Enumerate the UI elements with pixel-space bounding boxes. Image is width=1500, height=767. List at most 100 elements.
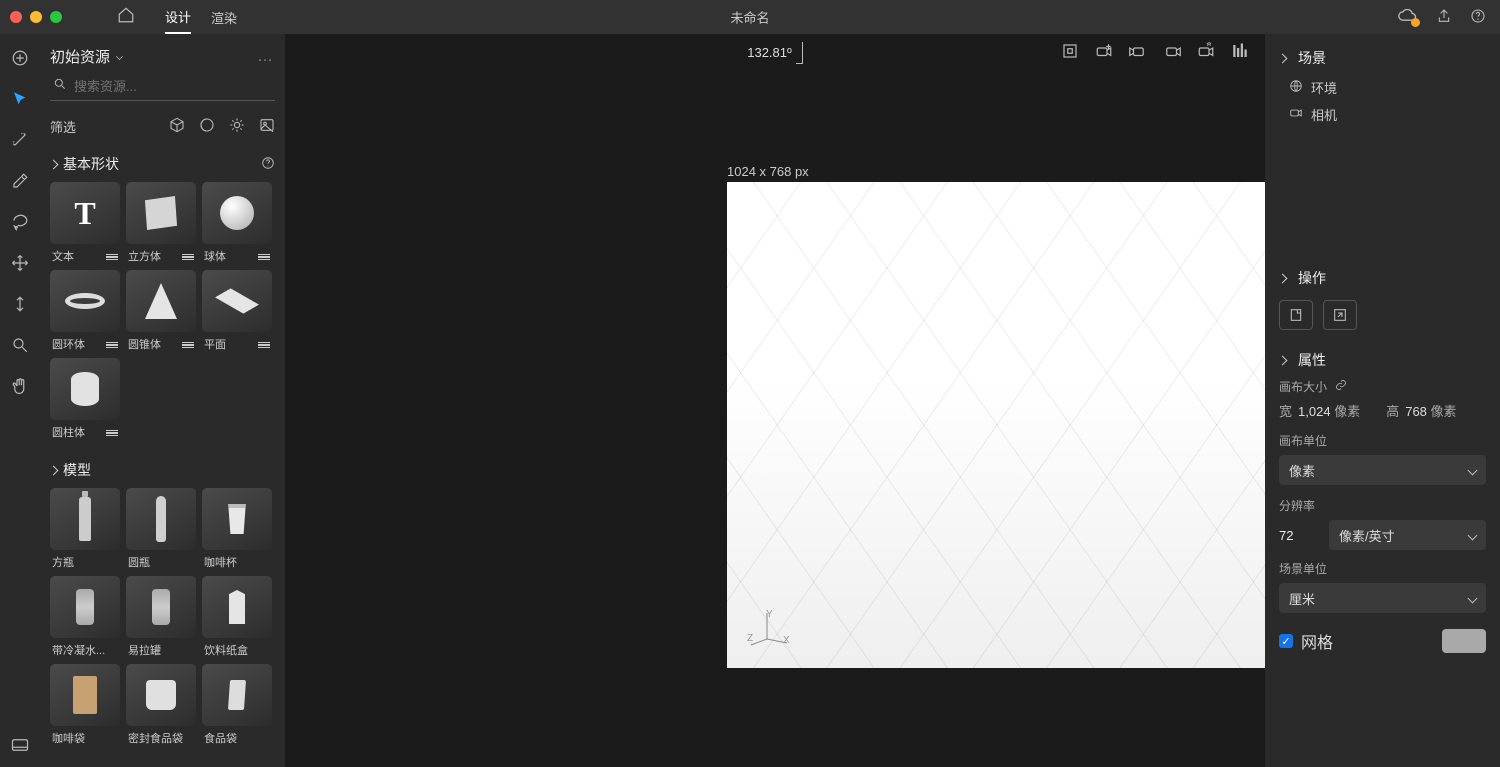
sliders-icon[interactable]	[182, 341, 194, 348]
section-basic-shapes-toggle[interactable]: 基本形状	[50, 154, 119, 174]
pan-tool[interactable]	[6, 372, 34, 400]
sliders-icon[interactable]	[258, 341, 270, 348]
scene-camera-item[interactable]: 相机	[1265, 101, 1500, 128]
title-bar: 设计 渲染 未命名	[0, 0, 1500, 34]
chevron-down-icon	[116, 53, 123, 60]
asset-coffee-bag[interactable]: 咖啡袋	[50, 664, 120, 746]
viewport-area: 132.81º 1024 x 768 px	[285, 34, 1265, 767]
asset-label: 文本	[52, 248, 74, 264]
asset-cube[interactable]: 立方体	[126, 182, 196, 264]
zoom-dropdown[interactable]: 132.81º	[747, 45, 803, 60]
share-icon[interactable]	[1436, 8, 1452, 27]
height-field[interactable]: 高768 像素	[1386, 401, 1456, 420]
asset-cone[interactable]: 圆锥体	[126, 270, 196, 352]
maximize-window-button[interactable]	[50, 11, 62, 23]
scene-unit-select[interactable]: 厘米	[1279, 583, 1486, 613]
asset-label: 方瓶	[52, 554, 74, 570]
right-panel: 场景 环境 相机 操作 属性 画布大小 宽1,024 像素	[1265, 34, 1500, 767]
add-tool[interactable]	[6, 44, 34, 72]
op-page-button[interactable]	[1279, 300, 1313, 330]
asset-plane[interactable]: 平面	[202, 270, 272, 352]
panel-toggle-icon[interactable]	[6, 735, 34, 755]
canvas[interactable]: Y X Z	[727, 182, 1265, 668]
asset-text[interactable]: T文本	[50, 182, 120, 264]
sliders-icon[interactable]	[182, 253, 194, 260]
magic-wand-tool[interactable]	[6, 126, 34, 154]
frame-tool-icon[interactable]	[1061, 42, 1079, 63]
asset-label: 立方体	[128, 248, 161, 264]
asset-cylinder[interactable]: 圆柱体	[50, 358, 120, 440]
resolution-unit-select[interactable]: 像素/英寸	[1329, 520, 1486, 550]
asset-square-bottle[interactable]: 方瓶	[50, 488, 120, 570]
asset-sealed-pouch[interactable]: 密封食品袋	[126, 664, 196, 746]
asset-beverage-carton[interactable]: 饮料纸盒	[202, 576, 272, 658]
asset-condensed-can[interactable]: 带冷凝水...	[50, 576, 120, 658]
select-tool[interactable]	[6, 85, 34, 113]
asset-food-bag[interactable]: 食品袋	[202, 664, 272, 746]
asset-label: 带冷凝水...	[52, 642, 105, 658]
asset-label: 食品袋	[204, 730, 237, 746]
assets-library-dropdown[interactable]: 初始资源	[50, 46, 123, 67]
canvas-unit-label: 画布单位	[1265, 430, 1500, 451]
chevron-down-icon	[1468, 530, 1478, 540]
camera-bookmark-icon[interactable]	[1197, 42, 1215, 63]
properties-section-toggle[interactable]: 属性	[1265, 340, 1500, 376]
asset-label: 咖啡袋	[52, 730, 85, 746]
camera-prev-icon[interactable]	[1129, 42, 1147, 63]
asset-label: 圆锥体	[128, 336, 161, 352]
grid-color-swatch[interactable]	[1442, 629, 1486, 653]
minimize-window-button[interactable]	[30, 11, 42, 23]
resolution-field[interactable]: 72	[1279, 528, 1319, 543]
section-models-toggle[interactable]: 模型	[50, 460, 91, 480]
sliders-icon[interactable]	[106, 341, 118, 348]
scale-tool[interactable]	[6, 290, 34, 318]
section-help-icon[interactable]	[261, 156, 275, 173]
asset-soda-can[interactable]: 易拉罐	[126, 576, 196, 658]
chevron-down-icon	[1468, 465, 1478, 475]
tab-design[interactable]: 设计	[165, 0, 191, 34]
cloud-sync-icon[interactable]	[1398, 9, 1418, 26]
tool-strip	[0, 34, 40, 767]
asset-round-bottle[interactable]: 圆瓶	[126, 488, 196, 570]
filter-light-icon[interactable]	[229, 117, 245, 136]
filter-3d-icon[interactable]	[169, 117, 185, 136]
asset-label: 圆瓶	[128, 554, 150, 570]
lasso-tool[interactable]	[6, 208, 34, 236]
scene-section-toggle[interactable]: 场景	[1265, 34, 1500, 74]
op-expand-button[interactable]	[1323, 300, 1357, 330]
width-field[interactable]: 宽1,024 像素	[1279, 401, 1360, 420]
canvas-size-label: 1024 x 768 px	[727, 164, 809, 179]
asset-coffee-cup[interactable]: 咖啡杯	[202, 488, 272, 570]
move-tool[interactable]	[6, 249, 34, 277]
help-icon[interactable]	[1470, 8, 1486, 27]
sliders-icon[interactable]	[258, 253, 270, 260]
scene-environment-item[interactable]: 环境	[1265, 74, 1500, 101]
close-window-button[interactable]	[10, 11, 22, 23]
asset-sphere[interactable]: 球体	[202, 182, 272, 264]
render-settings-icon[interactable]	[1231, 42, 1249, 63]
viewport-3d[interactable]: 1024 x 768 px Y X Z	[285, 70, 1265, 767]
filter-material-icon[interactable]	[199, 117, 215, 136]
eyedropper-tool[interactable]	[6, 167, 34, 195]
canvas-size-label: 画布大小	[1279, 378, 1327, 395]
canvas-unit-select[interactable]: 像素	[1279, 455, 1486, 485]
filter-image-icon[interactable]	[259, 117, 275, 136]
home-icon[interactable]	[117, 6, 135, 29]
tab-render[interactable]: 渲染	[211, 0, 237, 34]
document-title: 未命名	[730, 8, 769, 27]
sliders-icon[interactable]	[106, 429, 118, 436]
sliders-icon[interactable]	[106, 253, 118, 260]
search-input[interactable]	[50, 73, 275, 101]
grid-checkbox[interactable]: ✓	[1279, 634, 1293, 648]
chevron-down-icon	[1278, 273, 1288, 283]
camera-next-icon[interactable]	[1163, 42, 1181, 63]
viewport-toolbar: 132.81º	[285, 34, 1265, 70]
asset-torus[interactable]: 圆环体	[50, 270, 120, 352]
zoom-tool[interactable]	[6, 331, 34, 359]
search-icon	[53, 77, 67, 94]
camera-add-icon[interactable]	[1095, 42, 1113, 63]
assets-more-button[interactable]: …	[257, 48, 275, 66]
asset-label: 咖啡杯	[204, 554, 237, 570]
link-icon[interactable]	[1335, 379, 1347, 394]
operations-section-toggle[interactable]: 操作	[1265, 258, 1500, 294]
